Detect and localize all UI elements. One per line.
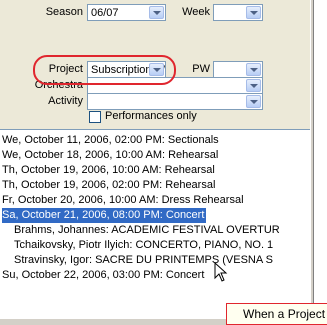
pw-dropdown-icon[interactable]: [246, 63, 261, 76]
program-item-row[interactable]: Stravinsky, Igor: SACRE DU PRINTEMPS (VE…: [14, 253, 273, 268]
performances-only-checkbox[interactable]: [89, 111, 101, 123]
event-row[interactable]: Su, October 22, 2006, 03:00 PM: Concert: [2, 268, 204, 283]
program-item-row[interactable]: Tchaikovsky, Piotr Ilyich: CONCERTO, PIA…: [14, 238, 273, 253]
event-row[interactable]: Fr, October 20, 2006, 10:00 AM: Dress Re…: [2, 193, 244, 208]
right-pane: [314, 0, 327, 319]
event-row[interactable]: Th, October 19, 2006, 10:00 AM: Rehearsa…: [2, 163, 215, 178]
event-row[interactable]: Th, October 19, 2006, 02:00 PM: Rehearsa…: [2, 178, 215, 193]
filter-panel: Season 06/07 Week Project Subscription W…: [0, 0, 310, 319]
activity-label: Activity: [48, 95, 83, 107]
event-row[interactable]: We, October 11, 2006, 02:00 PM: Sectiona…: [2, 133, 219, 148]
event-row[interactable]: We, October 18, 2006, 10:00 AM: Rehearsa…: [2, 148, 218, 163]
season-combo[interactable]: 06/07: [87, 4, 166, 21]
pw-combo[interactable]: [213, 61, 263, 78]
orchestra-dropdown-icon[interactable]: [246, 79, 261, 92]
performances-only-label[interactable]: Performances only: [105, 110, 197, 122]
season-value: 06/07: [91, 7, 119, 19]
season-label: Season: [45, 6, 83, 18]
event-row-selected[interactable]: Sa, October 21, 2006, 08:00 PM: Concert: [2, 208, 207, 223]
annotation-callout: When a Project: [226, 303, 327, 325]
events-list[interactable]: We, October 11, 2006, 02:00 PM: Sectiona…: [0, 129, 310, 319]
activity-dropdown-icon[interactable]: [246, 95, 261, 108]
activity-combo[interactable]: [87, 93, 263, 110]
week-label: Week: [182, 6, 210, 18]
annotation-highlight-circle: [33, 55, 176, 85]
week-dropdown-icon[interactable]: [246, 6, 261, 19]
mouse-pointer-icon: [214, 262, 228, 282]
program-item-row[interactable]: Brahms, Johannes: ACADEMIC FESTIVAL OVER…: [14, 223, 280, 238]
season-dropdown-icon[interactable]: [149, 6, 164, 19]
week-combo[interactable]: [213, 4, 263, 21]
